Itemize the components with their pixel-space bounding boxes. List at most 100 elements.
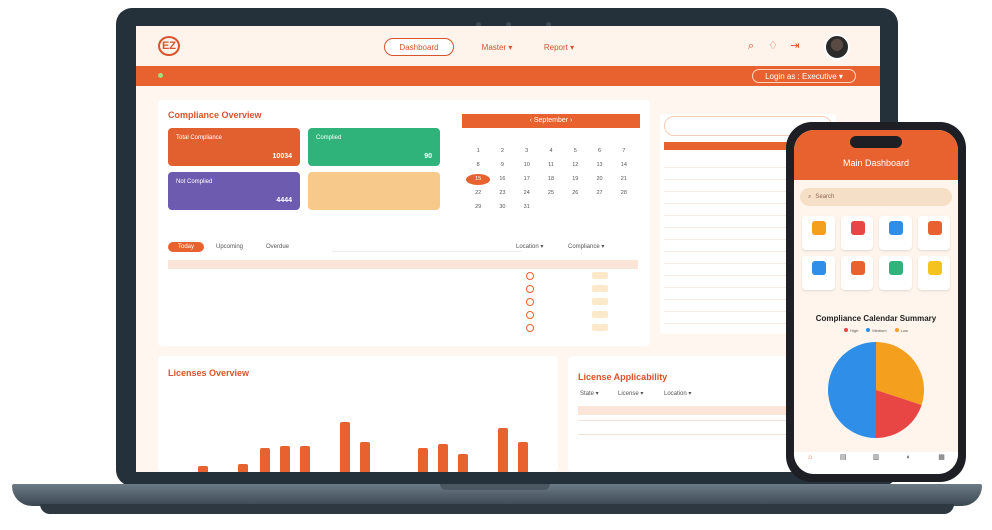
login-role-select[interactable]: Login as : Executive ▾: [752, 69, 856, 83]
nav-master-menu[interactable]: Master ▾: [472, 38, 522, 56]
table-row[interactable]: [168, 321, 638, 334]
card-not-complied[interactable]: Not Complied 4444: [168, 172, 300, 210]
nav-reports[interactable]: ▥: [860, 452, 893, 474]
module-icon: [812, 261, 826, 275]
legend-item: Medium: [866, 328, 887, 333]
home-icon: ⌂: [808, 454, 813, 461]
chart-bar: [300, 446, 310, 472]
list-icon: ▦: [938, 454, 945, 461]
page-title: Main Dashboard: [842, 158, 910, 168]
section-title: License Applicability: [578, 372, 668, 382]
card-value: 90: [424, 153, 432, 160]
calendar-day[interactable]: 30: [490, 202, 514, 213]
calendar-day[interactable]: 15: [466, 174, 491, 185]
calendar-day[interactable]: 19: [563, 174, 587, 185]
view-icon[interactable]: [526, 323, 534, 332]
calendar-day[interactable]: 12: [563, 160, 587, 171]
logout-icon[interactable]: ⇥: [788, 39, 802, 53]
calendar-day[interactable]: 22: [466, 188, 490, 199]
calendar-day[interactable]: 8: [466, 160, 490, 171]
location-filter[interactable]: Location ▾: [664, 390, 691, 397]
calendar-day[interactable]: 10: [515, 160, 539, 171]
calendar-day[interactable]: 9: [490, 160, 514, 171]
view-icon[interactable]: [526, 310, 534, 319]
calendar-day[interactable]: 6: [587, 146, 611, 157]
table-row[interactable]: [168, 282, 638, 295]
calendar-day[interactable]: 16: [490, 174, 514, 185]
chart-icon: ▥: [872, 454, 880, 461]
bell-icon[interactable]: ♢: [766, 39, 780, 53]
calendar-day[interactable]: 23: [490, 188, 514, 199]
view-icon[interactable]: [526, 284, 534, 293]
calendar-day[interactable]: 29: [466, 202, 490, 213]
pie-slice-medium: [828, 342, 876, 438]
card-total-compliance[interactable]: Total Compliance 10034: [168, 128, 300, 166]
tab-upcoming[interactable]: Upcoming: [216, 242, 243, 252]
card-value: 10034: [272, 153, 292, 160]
table-row[interactable]: [168, 295, 638, 308]
calendar-day[interactable]: 14: [612, 160, 636, 171]
search-input[interactable]: [332, 242, 522, 252]
phone: Main Dashboard ⌕ Search Compliance Calen…: [786, 122, 966, 482]
calendar-day[interactable]: 21: [612, 174, 636, 185]
nav-dashboard-button[interactable]: Dashboard: [384, 38, 454, 56]
module-tile[interactable]: [802, 216, 835, 250]
calendar-day[interactable]: 28: [612, 188, 636, 199]
chart-bar: [438, 444, 448, 472]
calendar-day[interactable]: 25: [539, 188, 563, 199]
view-icon[interactable]: [526, 297, 534, 306]
calendar-day[interactable]: 26: [563, 188, 587, 199]
calendar-month-header[interactable]: ‹ September ›: [462, 114, 640, 128]
legend-dot-icon: [894, 328, 899, 332]
calendar-day[interactable]: 18: [539, 174, 563, 185]
section-title: Compliance Overview: [168, 110, 262, 120]
calendar-day[interactable]: 7: [612, 146, 636, 157]
compliance-filter[interactable]: Compliance ▾: [568, 243, 604, 250]
nav-home[interactable]: ⌂: [794, 452, 827, 474]
calendar-day[interactable]: 5: [563, 146, 587, 157]
logo[interactable]: EZ: [158, 36, 218, 56]
license-filter[interactable]: License ▾: [618, 390, 643, 397]
calendar-day[interactable]: 11: [539, 160, 563, 171]
state-filter[interactable]: State ▾: [580, 390, 599, 397]
calendar-day[interactable]: 31: [515, 202, 539, 213]
status-badge: [592, 324, 608, 331]
module-tile[interactable]: [840, 216, 873, 250]
search-icon[interactable]: ⌕: [744, 39, 758, 53]
table-row[interactable]: [168, 269, 638, 282]
module-tile[interactable]: [879, 216, 912, 250]
chart-bar: [360, 442, 370, 472]
module-tile[interactable]: [917, 256, 950, 290]
licenses-overview-panel: Licenses Overview: [158, 356, 558, 472]
calendar-day[interactable]: 13: [587, 160, 611, 171]
calendar-day[interactable]: 20: [587, 174, 611, 185]
module-tile[interactable]: [879, 256, 912, 290]
status-bar: Login as : Executive ▾: [136, 66, 880, 86]
table-row[interactable]: [168, 308, 638, 321]
location-filter[interactable]: Location ▾: [516, 243, 543, 250]
avatar[interactable]: [824, 34, 850, 60]
calendar-day[interactable]: 24: [515, 188, 539, 199]
nav-more[interactable]: ▦: [925, 452, 958, 474]
view-icon[interactable]: [526, 271, 534, 280]
calendar-day[interactable]: 3: [515, 146, 539, 157]
calendar-day[interactable]: 17: [515, 174, 539, 185]
laptop-lip: [40, 504, 954, 514]
card-complied[interactable]: Complied 90: [308, 128, 440, 166]
calendar-day[interactable]: 1: [466, 146, 490, 157]
calendar-day[interactable]: 4: [539, 146, 563, 157]
nav-store[interactable]: ▤: [827, 452, 860, 474]
nav-compliance[interactable]: ◐: [892, 452, 925, 474]
nav-report-menu[interactable]: Report ▾: [534, 38, 584, 56]
tab-overdue[interactable]: Overdue: [266, 242, 289, 252]
module-tile[interactable]: [917, 216, 950, 250]
module-tile[interactable]: [840, 256, 873, 290]
search-input[interactable]: ⌕ Search: [800, 188, 952, 206]
calendar-weekday: [539, 132, 563, 143]
calendar-day[interactable]: 27: [587, 188, 611, 199]
tab-today[interactable]: Today: [168, 242, 204, 252]
calendar-day[interactable]: 2: [490, 146, 514, 157]
module-tile[interactable]: [802, 256, 835, 290]
card-pending[interactable]: [308, 172, 440, 210]
status-badge: [592, 285, 608, 292]
